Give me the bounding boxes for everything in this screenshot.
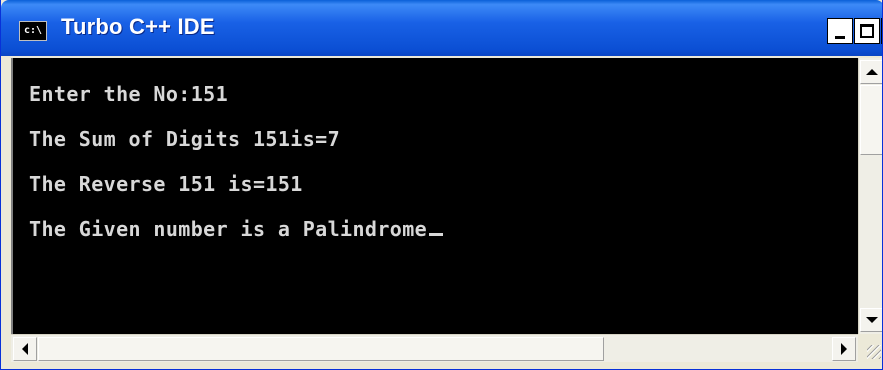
vertical-scroll-thumb[interactable] [860,85,882,155]
scroll-right-button[interactable] [832,337,856,361]
console-line-reverse: The Reverse 151 is=151 [29,172,303,196]
scroll-right-arrow-icon [841,343,847,355]
console-line-sum: The Sum of Digits 151is=7 [29,127,341,151]
minimize-button[interactable] [827,18,853,44]
resize-grip[interactable] [858,334,882,362]
horizontal-scrollbar[interactable] [11,334,858,362]
maximize-icon [860,24,874,38]
console-line-result: The Given number is a Palindrome [29,217,444,241]
scroll-up-button[interactable] [860,60,882,84]
console-window: c:\ Turbo C++ IDE × Enter the No:151 The… [0,0,883,370]
console-output[interactable]: Enter the No:151 The Sum of Digits 151is… [11,58,858,334]
horizontal-scroll-thumb[interactable] [38,337,604,361]
scroll-left-button[interactable] [13,337,37,361]
vertical-scrollbar[interactable] [858,58,882,334]
maximize-button[interactable] [854,18,880,44]
console-result-text: The Given number is a Palindrome [29,217,428,241]
scroll-down-arrow-icon [866,317,878,323]
title-bar[interactable]: c:\ Turbo C++ IDE × [1,0,882,56]
window-title: Turbo C++ IDE [61,14,215,39]
scroll-up-arrow-icon [866,69,878,75]
text-cursor [429,233,444,236]
minimize-icon [835,35,845,39]
console-icon[interactable]: c:\ [19,21,47,41]
console-line-input: Enter the No:151 [29,82,229,106]
scroll-left-arrow-icon [22,343,28,355]
scroll-down-button[interactable] [860,308,882,332]
